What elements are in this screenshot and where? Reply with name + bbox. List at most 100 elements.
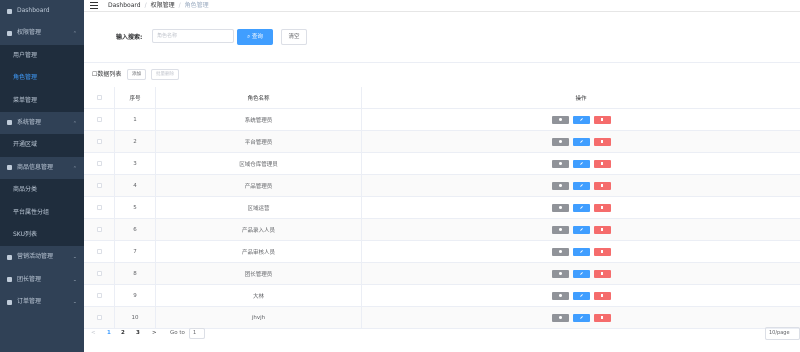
clear-button[interactable]: 清空 xyxy=(281,29,307,45)
view-button[interactable] xyxy=(551,115,569,124)
view-button[interactable] xyxy=(551,137,569,146)
sidebar-item-6[interactable]: 开通区域 xyxy=(0,134,84,157)
sidebar-item-label: 角色管理 xyxy=(13,74,38,82)
next-page-button[interactable]: > xyxy=(152,330,157,336)
table-row: 6 产品录入人员 xyxy=(84,219,800,241)
breadcrumb-parent: 权限管理 xyxy=(150,2,175,9)
view-button[interactable] xyxy=(551,313,569,322)
delete-button[interactable] xyxy=(593,247,611,256)
edit-button[interactable] xyxy=(572,247,590,256)
sidebar-item-12[interactable]: 团长管理 ⌄ xyxy=(0,269,84,291)
edit-button[interactable] xyxy=(572,291,590,300)
chevron-up-icon: ⌃ xyxy=(72,31,77,36)
row-index: 8 xyxy=(115,263,156,284)
row-checkbox[interactable] xyxy=(96,315,102,320)
sidebar-item-4[interactable]: 菜单管理 xyxy=(0,89,84,112)
row-checkbox[interactable] xyxy=(96,227,102,232)
delete-button[interactable] xyxy=(593,313,611,322)
row-checkbox-cell xyxy=(84,175,115,196)
edit-button[interactable] xyxy=(572,159,590,168)
breadcrumb: Dashboard / 权限管理 / 角色管理 xyxy=(108,0,209,11)
row-checkbox-cell xyxy=(84,131,115,152)
row-index: 7 xyxy=(115,241,156,262)
hamburger-icon[interactable] xyxy=(90,2,98,9)
row-checkbox[interactable] xyxy=(96,183,102,188)
view-button[interactable] xyxy=(551,225,569,234)
row-checkbox[interactable] xyxy=(96,161,102,166)
row-role-name: 产品审核人员 xyxy=(156,241,362,262)
delete-button[interactable] xyxy=(593,291,611,300)
row-checkbox[interactable] xyxy=(96,139,102,144)
row-checkbox[interactable] xyxy=(96,205,102,210)
delete-button[interactable] xyxy=(593,115,611,124)
table-row: 2 平台管理员 xyxy=(84,131,800,153)
sidebar-item-7[interactable]: 商品信息管理 ⌃ xyxy=(0,157,84,179)
view-button[interactable] xyxy=(551,269,569,278)
delete-button[interactable] xyxy=(593,159,611,168)
row-role-name: 区域运营 xyxy=(156,197,362,218)
view-button[interactable] xyxy=(551,181,569,190)
sidebar-item-2[interactable]: 用户管理 xyxy=(0,44,84,68)
edit-button[interactable] xyxy=(572,181,590,190)
page-2[interactable]: 2 xyxy=(121,330,125,336)
delete-button[interactable] xyxy=(593,269,611,278)
pagination: < 1 2 3 > Go to 1 10/page xyxy=(84,325,800,345)
edit-button[interactable] xyxy=(572,269,590,278)
edit-button[interactable] xyxy=(572,313,590,322)
sidebar-item-11[interactable]: 营销活动管理 ⌄ xyxy=(0,246,84,268)
query-button[interactable]: ⌕ 查询 xyxy=(237,29,273,45)
view-button[interactable] xyxy=(551,247,569,256)
row-index: 3 xyxy=(115,153,156,174)
batch-delete-button[interactable]: 批量删除 xyxy=(151,69,179,80)
sidebar-item-3[interactable]: 角色管理 xyxy=(0,67,84,90)
sidebar-item-1[interactable]: 权限管理 ⌃ xyxy=(0,22,84,44)
delete-button[interactable] xyxy=(593,225,611,234)
sidebar-item-label: 营销活动管理 xyxy=(17,253,54,261)
breadcrumb-current: 角色管理 xyxy=(184,2,209,9)
sidebar-item-label: 权限管理 xyxy=(17,29,42,37)
delete-button[interactable] xyxy=(593,181,611,190)
list-title: ☐数据列表 xyxy=(92,69,121,78)
sidebar-item-9[interactable]: 平台属性分组 xyxy=(0,201,84,224)
row-role-name: 大林 xyxy=(156,285,362,306)
page-3[interactable]: 3 xyxy=(136,330,140,336)
row-checkbox[interactable] xyxy=(96,271,102,276)
page-1[interactable]: 1 xyxy=(107,330,111,336)
row-checkbox[interactable] xyxy=(96,249,102,254)
page-size-select[interactable]: 10/page xyxy=(765,327,800,340)
sidebar-item-13[interactable]: 订单管理 ⌄ xyxy=(0,291,84,313)
sidebar-item-8[interactable]: 商品分类 xyxy=(0,179,84,202)
row-checkbox-cell xyxy=(84,109,115,130)
view-button[interactable] xyxy=(551,159,569,168)
prev-page-button[interactable]: < xyxy=(91,330,96,336)
delete-button[interactable] xyxy=(593,137,611,146)
edit-button[interactable] xyxy=(572,137,590,146)
delete-button[interactable] xyxy=(593,203,611,212)
role-name-search-input[interactable] xyxy=(152,29,234,43)
edit-button[interactable] xyxy=(572,225,590,234)
select-all-checkbox[interactable] xyxy=(96,95,102,100)
edit-button[interactable] xyxy=(572,203,590,212)
sidebar-item-label: 平台属性分组 xyxy=(13,208,50,216)
row-checkbox[interactable] xyxy=(96,293,102,298)
row-operations xyxy=(362,175,800,196)
header-index: 序号 xyxy=(115,87,156,108)
sidebar: Dashboard 权限管理 ⌃ 用户管理角色管理菜单管理系统管理 ⌃ 开通区域 商品信息管… xyxy=(0,0,84,352)
goto-label: Go to xyxy=(170,330,185,336)
view-button[interactable] xyxy=(551,291,569,300)
sidebar-item-5[interactable]: 系统管理 ⌃ xyxy=(0,112,84,134)
sidebar-item-0[interactable]: Dashboard xyxy=(0,0,84,22)
row-role-name: 区域仓库管理员 xyxy=(156,153,362,174)
row-index: 2 xyxy=(115,131,156,152)
row-checkbox[interactable] xyxy=(96,117,102,122)
breadcrumb-home[interactable]: Dashboard xyxy=(108,2,141,9)
add-button[interactable]: 添加 xyxy=(127,69,146,80)
row-checkbox-cell xyxy=(84,153,115,174)
table-header-row: 序号 角色名称 操作 xyxy=(84,87,800,109)
goto-page-input[interactable]: 1 xyxy=(189,328,205,339)
sidebar-item-label: 菜单管理 xyxy=(13,96,38,104)
sidebar-item-10[interactable]: SKU列表 xyxy=(0,223,84,247)
edit-button[interactable] xyxy=(572,115,590,124)
view-button[interactable] xyxy=(551,203,569,212)
chevron-up-icon: ⌃ xyxy=(72,165,77,170)
